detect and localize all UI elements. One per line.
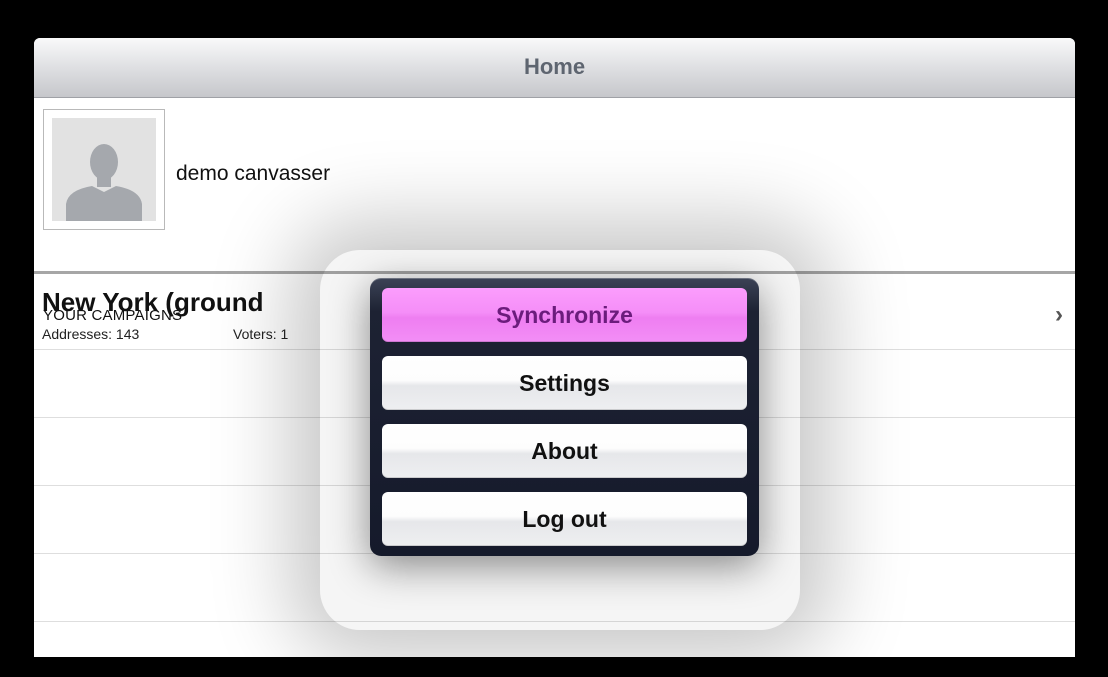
page-title: Home: [523, 54, 586, 79]
campaign-name: New York (ground: [42, 287, 264, 317]
action-popover-menu: Synchronize Settings About Log out: [370, 278, 759, 556]
campaign-addresses: Addresses: 143: [42, 326, 140, 342]
profile-section: demo canvasser YOUR CAMPAIGNS: [34, 98, 1075, 324]
chevron-right-icon: ›: [1055, 301, 1063, 328]
synchronize-button[interactable]: Synchronize: [382, 288, 747, 342]
person-silhouette-icon: [52, 118, 156, 221]
navigation-bar: Home: [34, 38, 1075, 98]
user-name: demo canvasser: [176, 162, 331, 185]
avatar[interactable]: [43, 109, 165, 230]
log-out-button[interactable]: Log out: [382, 492, 747, 546]
settings-button[interactable]: Settings: [382, 356, 747, 410]
about-button[interactable]: About: [382, 424, 747, 478]
campaign-voters: Voters: 1: [233, 326, 289, 342]
empty-row: [34, 554, 1075, 622]
